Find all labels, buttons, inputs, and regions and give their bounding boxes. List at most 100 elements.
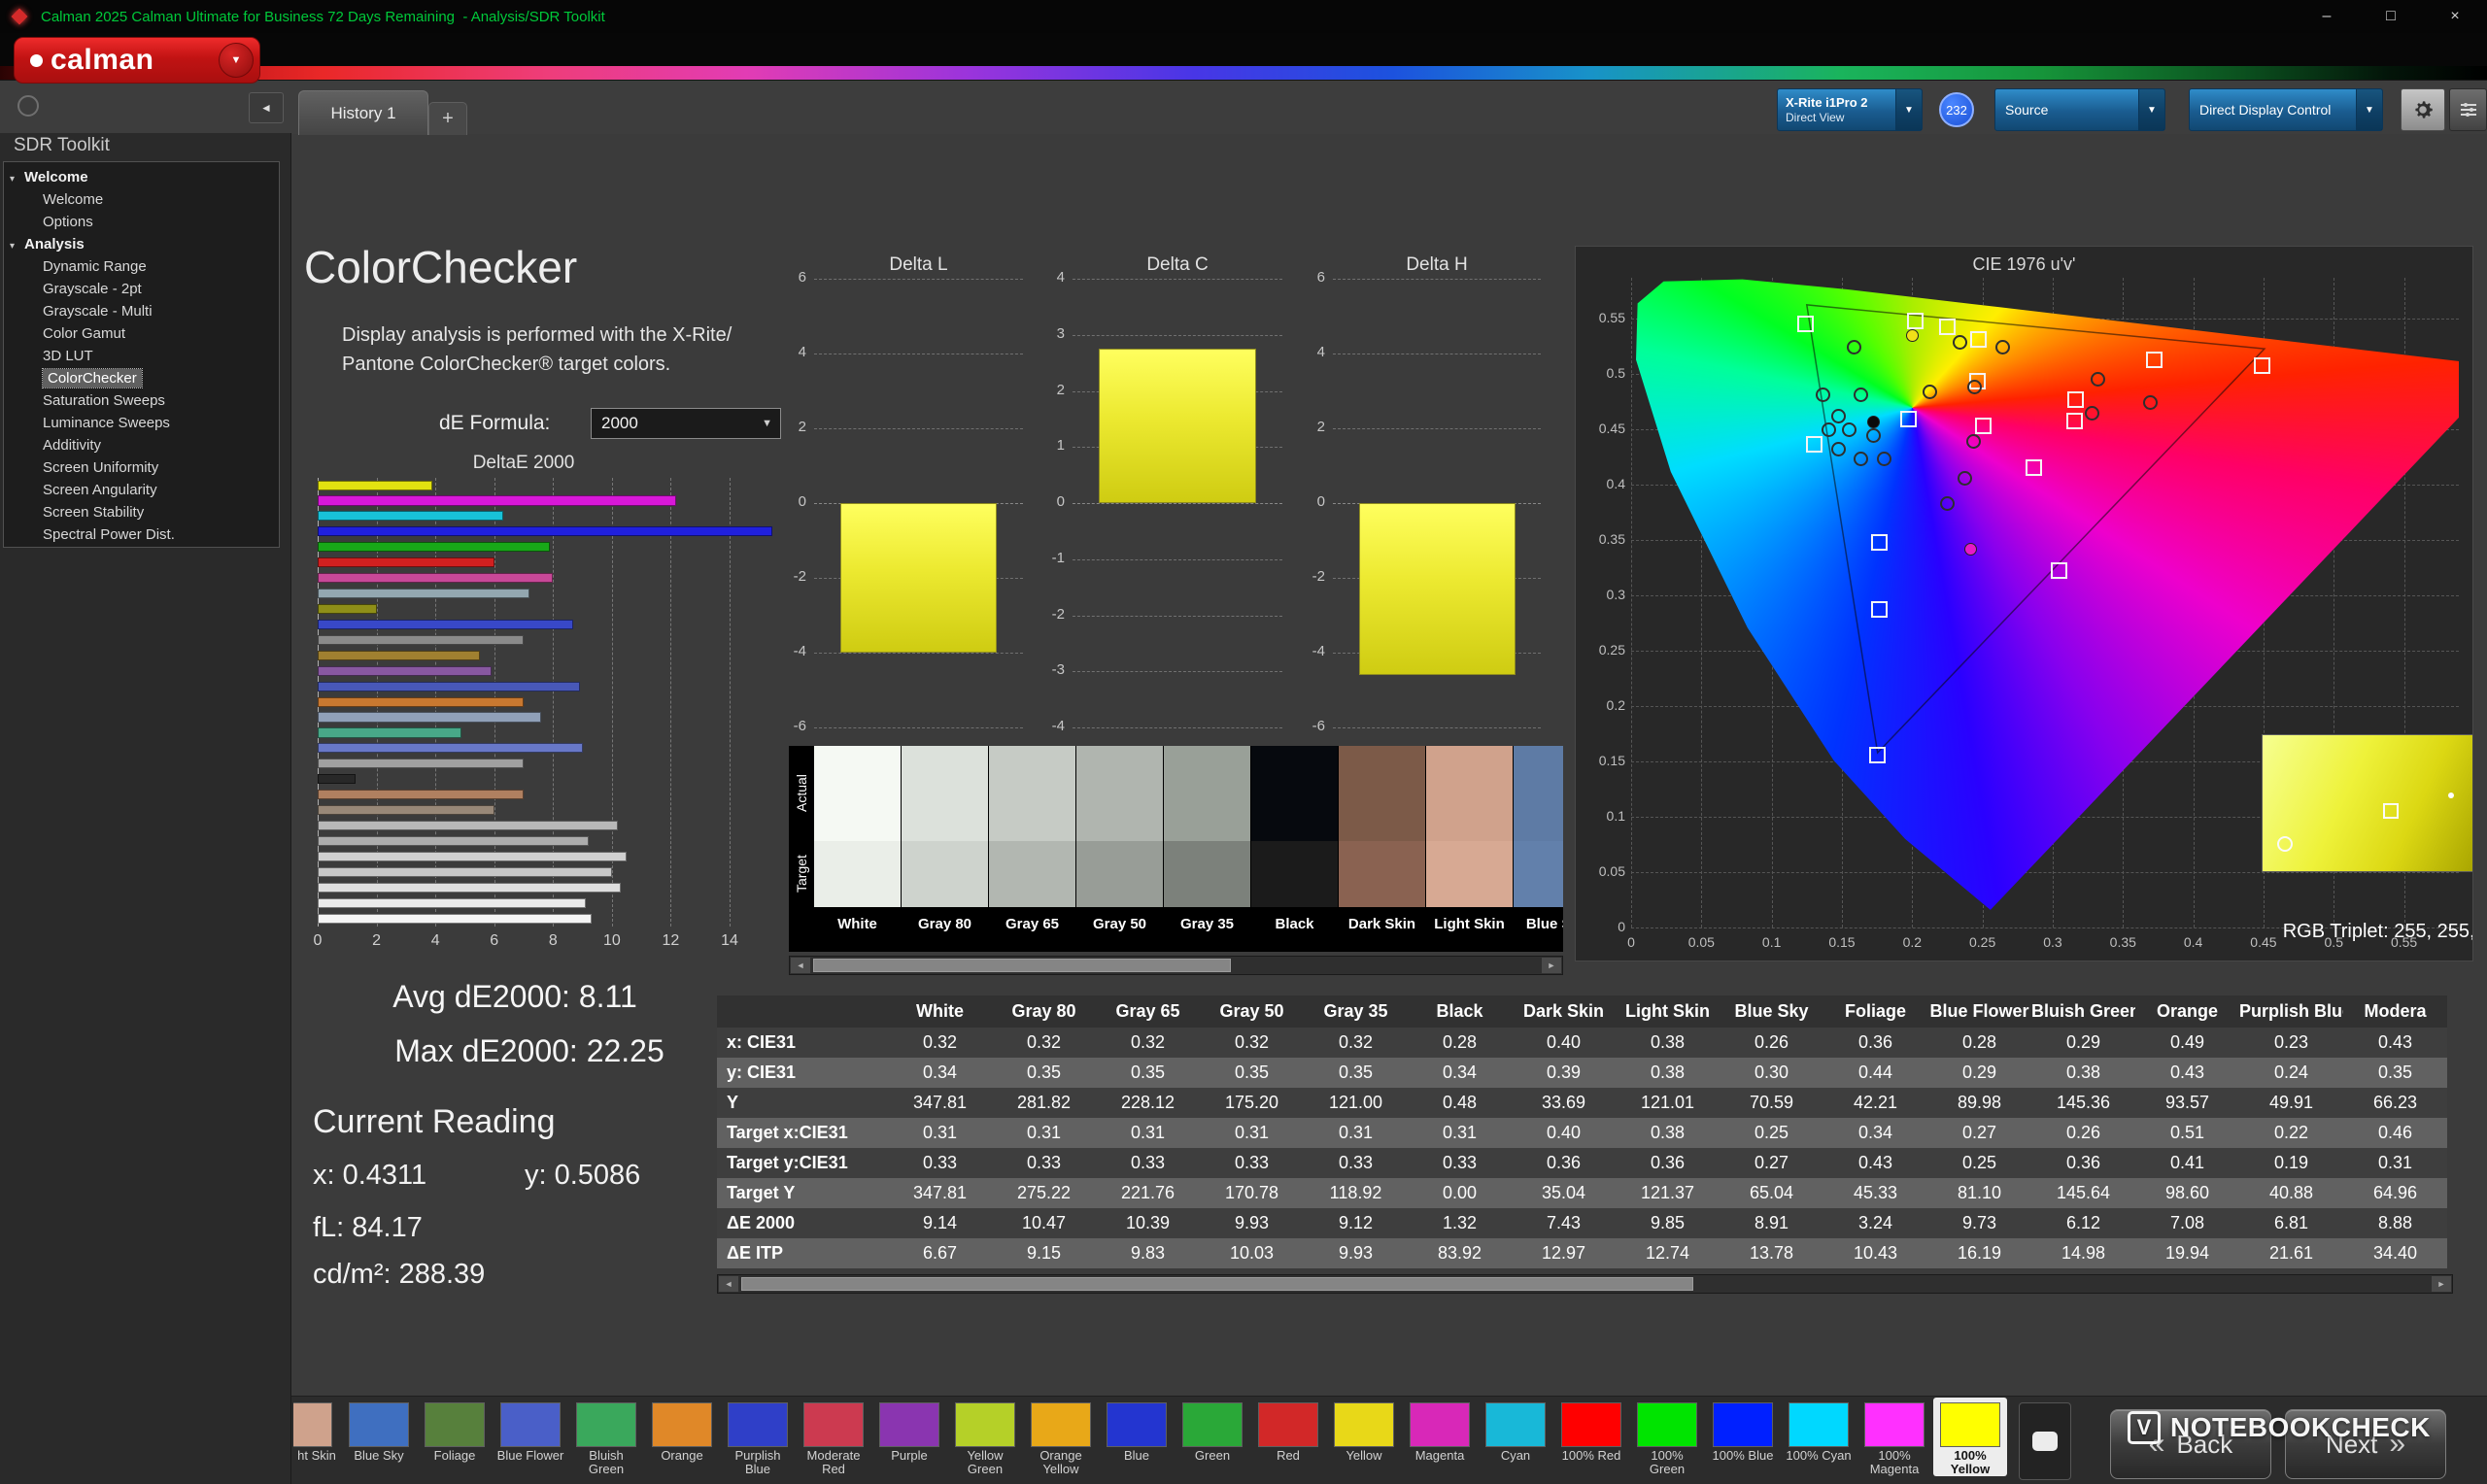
patch-button-orange[interactable]: Orange — [645, 1398, 719, 1476]
axis-tick-label: 0.15 — [1821, 934, 1863, 950]
sidebar-item-colorchecker[interactable]: ColorChecker — [4, 367, 279, 389]
sidebar-collapse-button[interactable]: ◄ — [249, 92, 284, 123]
display-control-dropdown[interactable]: Direct Display Control ▼ — [2189, 88, 2383, 131]
patch-button-bluish-green[interactable]: Bluish Green — [569, 1398, 643, 1476]
patch-button-moderate-red[interactable]: Moderate Red — [797, 1398, 870, 1476]
sidebar-item-color-gamut[interactable]: Color Gamut — [4, 322, 279, 345]
patch-label: Green — [1175, 1449, 1249, 1463]
table-cell: 64.96 — [2343, 1178, 2447, 1208]
sidebar-group-welcome[interactable]: ▾Welcome — [4, 166, 279, 188]
patch-button-yellow[interactable]: Yellow — [1327, 1398, 1401, 1476]
patch-button-100-green[interactable]: 100% Green — [1630, 1398, 1704, 1476]
scroll-right-icon[interactable]: ► — [1542, 958, 1561, 973]
maximize-icon[interactable]: □ — [2378, 8, 2403, 25]
patch-button-foliage[interactable]: Foliage — [418, 1398, 492, 1476]
chevron-down-icon: ▼ — [1895, 89, 1922, 130]
workflow-tree: ▾WelcomeWelcomeOptions▾AnalysisDynamic R… — [3, 161, 280, 548]
swatch-column-gray-80: Gray 80 — [902, 746, 988, 952]
sidebar-item-grayscale-multi[interactable]: Grayscale - Multi — [4, 300, 279, 322]
settings-button[interactable] — [2401, 88, 2445, 131]
patch-button-100-blue[interactable]: 100% Blue — [1706, 1398, 1780, 1476]
axis-tick-label: 12 — [656, 932, 685, 950]
sidebar-item-dynamic-range[interactable]: Dynamic Range — [4, 255, 279, 278]
deltae-bar — [318, 697, 524, 707]
scrollbar-thumb[interactable] — [741, 1277, 1693, 1291]
patch-button-100-magenta[interactable]: 100% Magenta — [1857, 1398, 1931, 1476]
table-cell: 65.04 — [1720, 1178, 1823, 1208]
patch-button-red[interactable]: Red — [1251, 1398, 1325, 1476]
sidebar-item-options[interactable]: Options — [4, 211, 279, 233]
patch-button-purplish-blue[interactable]: Purplish Blue — [721, 1398, 795, 1476]
sidebar-item-saturation-sweeps[interactable]: Saturation Sweeps — [4, 389, 279, 412]
deltae-bar — [318, 852, 627, 861]
target-point — [1869, 747, 1886, 763]
swatch-label: Black — [1251, 907, 1338, 952]
logo-menu-chevron-icon[interactable]: ▼ — [219, 43, 254, 78]
tab-history-1[interactable]: History 1 — [298, 90, 428, 135]
next-button[interactable]: Next » — [2285, 1409, 2446, 1479]
patch-button-yellow-green[interactable]: Yellow Green — [948, 1398, 1022, 1476]
meter-dropdown[interactable]: X-Rite i1Pro 2 Direct View ▼ — [1777, 88, 1923, 131]
sidebar-item-additivity[interactable]: Additivity — [4, 434, 279, 456]
swatch-target — [1339, 841, 1425, 907]
source-dropdown[interactable]: Source ▼ — [1994, 88, 2165, 131]
de-formula-dropdown[interactable]: 2000 ▼ — [591, 408, 781, 439]
sidebar-item-screen-angularity[interactable]: Screen Angularity — [4, 479, 279, 501]
scrollbar-thumb[interactable] — [813, 959, 1231, 972]
sidebar-item-spectral-power-dist[interactable]: Spectral Power Dist. — [4, 523, 279, 546]
deltae-chart-title: DeltaE 2000 — [318, 453, 730, 474]
sidebar-item-screen-uniformity[interactable]: Screen Uniformity — [4, 456, 279, 479]
table-cell: 0.38 — [1616, 1058, 1720, 1088]
patch-button-100-yellow[interactable]: 100% Yellow — [1933, 1398, 2007, 1476]
scroll-left-icon[interactable]: ◄ — [719, 1276, 738, 1292]
patch-button-blue[interactable]: Blue — [1100, 1398, 1174, 1476]
calman-logo-button[interactable]: calman ▼ — [14, 37, 260, 84]
deltae-bar — [318, 481, 432, 490]
table-cell: 0.32 — [992, 1028, 1096, 1058]
patch-swatch — [728, 1402, 788, 1447]
patch-button-ht-skin[interactable]: ht Skin — [293, 1398, 340, 1476]
workflow-status-icon — [17, 95, 39, 117]
table-cell: 9.15 — [992, 1238, 1096, 1268]
axis-tick-label: -1 — [1032, 550, 1065, 566]
target-point — [2146, 352, 2163, 368]
table-cell: 0.33 — [992, 1148, 1096, 1178]
table-cell: 16.19 — [1927, 1238, 2031, 1268]
delta-l-plot: 6420-2-4-6 — [814, 279, 1023, 727]
sidebar-item-grayscale-2pt[interactable]: Grayscale - 2pt — [4, 278, 279, 300]
axis-tick-label: 4 — [421, 932, 450, 950]
patch-button-magenta[interactable]: Magenta — [1403, 1398, 1477, 1476]
table-column-header: Gray 65 — [1096, 995, 1200, 1028]
back-button[interactable]: « Back — [2110, 1409, 2271, 1479]
patch-button-cyan[interactable]: Cyan — [1479, 1398, 1552, 1476]
scroll-right-icon[interactable]: ► — [2432, 1276, 2451, 1292]
scroll-left-icon[interactable]: ◄ — [791, 958, 810, 973]
add-tab-button[interactable]: + — [428, 102, 467, 135]
table-cell: 0.31 — [1096, 1118, 1200, 1148]
deltae-bar — [318, 573, 553, 583]
patch-swatch — [349, 1402, 409, 1447]
swatch-strip-scrollbar[interactable]: ◄ ► — [789, 956, 1563, 975]
workflow-options-button[interactable] — [2449, 88, 2487, 131]
pattern-window-button[interactable] — [2019, 1402, 2071, 1480]
table-cell: 0.39 — [1512, 1058, 1616, 1088]
table-scrollbar[interactable]: ◄ ► — [717, 1274, 2453, 1294]
swatch-target — [989, 841, 1075, 907]
sidebar-item-luminance-sweeps[interactable]: Luminance Sweeps — [4, 412, 279, 434]
sidebar-item-3d-lut[interactable]: 3D LUT — [4, 345, 279, 367]
axis-tick-label: 0.4 — [1583, 476, 1625, 491]
patch-button-blue-sky[interactable]: Blue Sky — [342, 1398, 416, 1476]
sidebar-item-welcome[interactable]: Welcome — [4, 188, 279, 211]
patch-button-green[interactable]: Green — [1175, 1398, 1249, 1476]
table-cell: 14.98 — [2031, 1238, 2135, 1268]
patch-button-purple[interactable]: Purple — [872, 1398, 946, 1476]
sidebar-item-screen-stability[interactable]: Screen Stability — [4, 501, 279, 523]
sidebar-group-analysis[interactable]: ▾Analysis — [4, 233, 279, 255]
patch-button-100-red[interactable]: 100% Red — [1554, 1398, 1628, 1476]
patch-swatch — [1031, 1402, 1091, 1447]
minimize-icon[interactable]: – — [2314, 8, 2339, 25]
close-icon[interactable]: × — [2442, 8, 2468, 25]
patch-button-blue-flower[interactable]: Blue Flower — [494, 1398, 567, 1476]
patch-button-orange-yellow[interactable]: Orange Yellow — [1024, 1398, 1098, 1476]
patch-button-100-cyan[interactable]: 100% Cyan — [1782, 1398, 1856, 1476]
